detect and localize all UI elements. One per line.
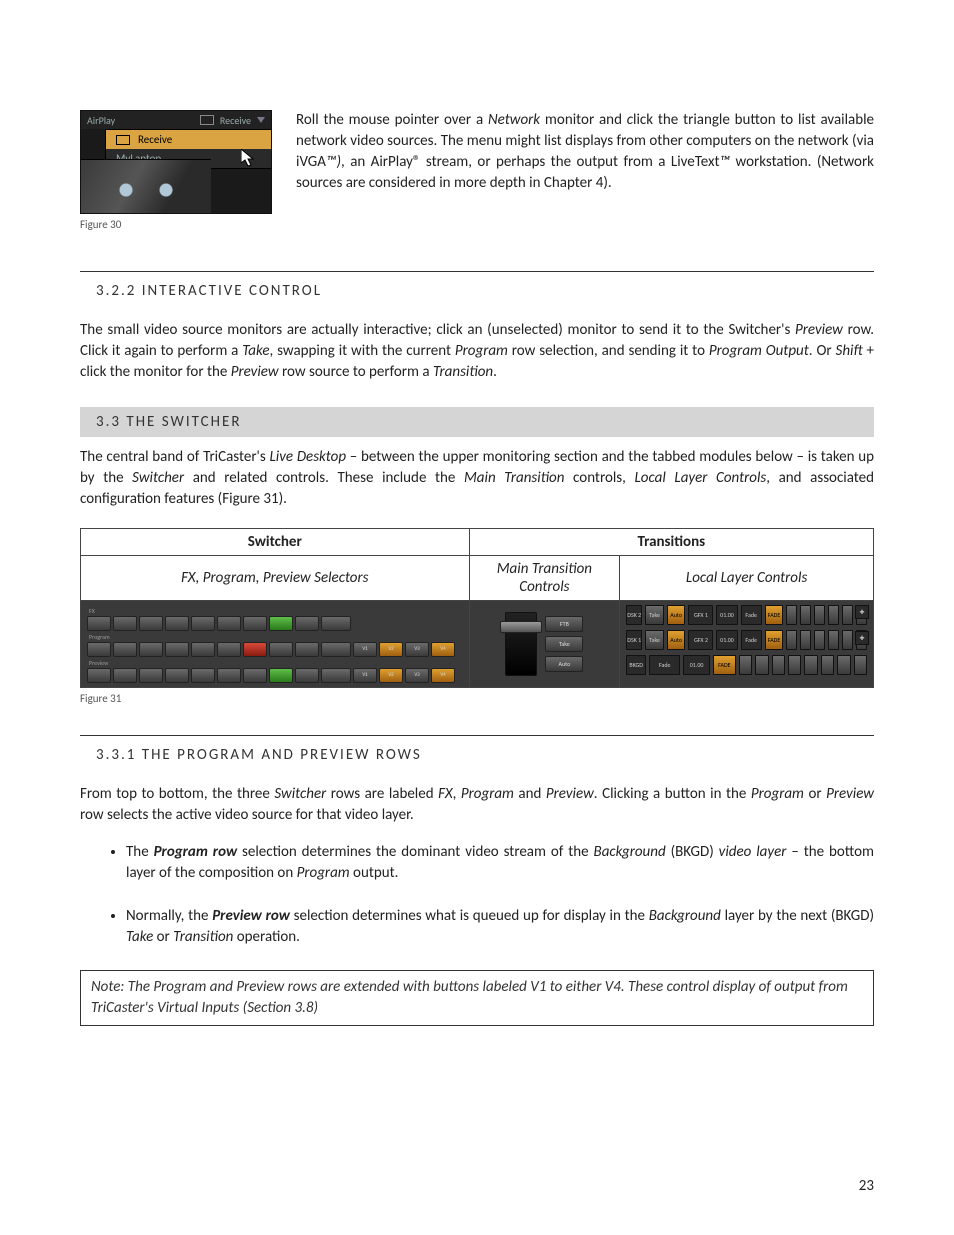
switcher-screenshot: FX Program V1V2V3V4 Preview V1V2V3V4 — [81, 601, 470, 688]
list-item: Normally, the Preview row selection dete… — [126, 906, 874, 948]
list-item: The Program row selection determines the… — [126, 842, 874, 884]
col-transitions: Transitions — [469, 529, 873, 556]
plus-icon: ✚ — [855, 605, 869, 619]
paragraph-3-2-2: The small video source monitors are actu… — [80, 320, 874, 383]
take-button: Take — [545, 636, 583, 652]
main-transition-screenshot: FTB Take Auto — [469, 601, 620, 688]
note-box: Note: The Program and Preview rows are e… — [80, 970, 874, 1026]
plus-icon: ✚ — [855, 631, 869, 645]
cat-thumbnail — [81, 159, 211, 214]
heading-3-2-2: 3.2.2 INTERACTIVE CONTROL — [80, 271, 874, 304]
sub-local-layer: Local Layer Controls — [620, 556, 874, 601]
figure-30-image: AirPlay Receive Receive MyLaptop — [80, 110, 272, 214]
airplay-label: AirPlay — [87, 114, 115, 127]
monitor-icon — [116, 135, 130, 145]
chevron-down-icon — [257, 117, 265, 123]
figure-31-table: Switcher Transitions FX, Program, Previe… — [80, 528, 874, 688]
page-number: 23 — [859, 1177, 874, 1195]
local-layer-screenshot: DSK 2 Take Auto GFX 1 01.00 Fade FADE ✚ … — [620, 601, 874, 688]
bullet-list: The Program row selection determines the… — [126, 842, 874, 948]
paragraph-3-3-1: From top to bottom, the three Switcher r… — [80, 784, 874, 826]
sub-fx-program-preview: FX, Program, Preview Selectors — [81, 556, 470, 601]
auto-button: Auto — [545, 656, 583, 672]
menu-item-receive: Receive — [106, 130, 272, 149]
ftb-button: FTB — [545, 616, 583, 632]
col-switcher: Switcher — [81, 529, 470, 556]
t-bar — [505, 612, 537, 676]
heading-3-3: 3.3 THE SWITCHER — [80, 407, 874, 437]
sub-main-transition: Main Transition Controls — [469, 556, 620, 601]
heading-3-3-1: 3.3.1 THE PROGRAM AND PREVIEW ROWS — [80, 735, 874, 768]
paragraph-fig30: Roll the mouse pointer over a Network mo… — [296, 110, 874, 194]
receive-label: Receive — [220, 114, 251, 127]
window-icon — [200, 115, 214, 125]
paragraph-3-3: The central band of TriCaster's Live Des… — [80, 447, 874, 510]
figure-30-caption: Figure 30 — [80, 218, 270, 231]
figure-31-caption: Figure 31 — [80, 692, 874, 705]
